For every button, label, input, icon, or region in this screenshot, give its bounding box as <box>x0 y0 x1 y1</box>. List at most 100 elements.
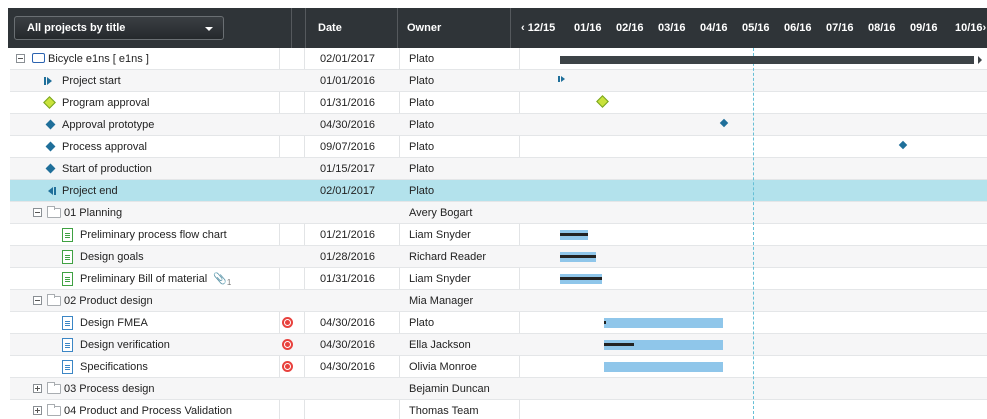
collapse-toggle-icon[interactable] <box>16 54 25 63</box>
task-progress-bar <box>560 255 596 258</box>
expand-toggle-icon[interactable] <box>33 406 42 415</box>
row-title[interactable]: Process approval <box>62 136 147 158</box>
fmea-doc-icon <box>62 338 73 352</box>
table-row[interactable]: 01 Planning Avery Bogart <box>10 202 987 224</box>
collapse-toggle-icon[interactable] <box>33 296 42 305</box>
spec-doc-icon <box>62 360 73 374</box>
row-owner: Plato <box>409 119 435 131</box>
task-bar[interactable] <box>604 362 723 372</box>
timeline-prev-button[interactable]: ‹ 12/15 <box>521 8 555 48</box>
table-row[interactable]: 04 Product and Process Validation Thomas… <box>10 400 987 419</box>
row-title[interactable]: Program approval <box>62 92 149 114</box>
task-bar[interactable] <box>604 318 723 328</box>
table-row[interactable]: 03 Process design Bejamin Duncan <box>10 378 987 400</box>
row-owner: Liam Snyder <box>409 273 471 285</box>
row-title[interactable]: 02 Product design <box>64 290 153 312</box>
table-row[interactable]: Design FMEA 04/30/2016 Plato <box>10 312 987 334</box>
row-owner: Plato <box>409 53 435 65</box>
end-milestone-icon <box>48 187 56 195</box>
folder-icon <box>47 382 61 394</box>
table-row[interactable]: Specifications 04/30/2016 Olivia Monroe <box>10 356 987 378</box>
alert-flag-icon[interactable] <box>282 317 293 328</box>
attachment-count: 1 <box>226 278 232 288</box>
row-owner: Bejamin Duncan <box>409 383 490 395</box>
month-label: 03/16 <box>658 22 686 34</box>
project-icon <box>32 53 45 63</box>
row-title[interactable]: 01 Planning <box>64 202 122 224</box>
row-title[interactable]: Start of production <box>62 158 152 180</box>
today-line <box>753 48 754 419</box>
row-title[interactable]: Design goals <box>80 246 144 268</box>
month-label: 02/16 <box>616 22 644 34</box>
table-row-selected[interactable]: Project end 02/01/2017 Plato <box>10 180 987 202</box>
row-owner: Mia Manager <box>409 295 474 307</box>
expand-toggle-icon[interactable] <box>33 384 42 393</box>
task-progress-bar <box>560 233 588 236</box>
month-label: 08/16 <box>868 22 896 34</box>
row-date: 02/01/2017 <box>320 53 376 65</box>
row-owner: Liam Snyder <box>409 229 471 241</box>
month-label: 01/16 <box>574 22 602 34</box>
folder-icon <box>47 294 61 306</box>
approval-milestone-icon <box>43 96 56 109</box>
row-title[interactable]: Design verification <box>80 334 170 356</box>
project-summary-bar[interactable] <box>560 56 974 64</box>
row-title[interactable]: Approval prototype <box>62 114 154 136</box>
row-owner: Plato <box>409 97 435 109</box>
collapse-toggle-icon[interactable] <box>33 208 42 217</box>
start-milestone-icon <box>44 77 52 85</box>
month-label: 07/16 <box>826 22 854 34</box>
table-row[interactable]: Process approval 09/07/2016 Plato <box>10 136 987 158</box>
task-progress-bar <box>604 321 606 324</box>
chevron-down-icon <box>205 27 213 31</box>
row-title[interactable]: 04 Product and Process Validation <box>64 400 232 419</box>
task-doc-icon <box>62 228 73 242</box>
table-row[interactable]: Preliminary process flow chart 01/21/201… <box>10 224 987 246</box>
table-row[interactable]: Project start 01/01/2016 Plato <box>10 70 987 92</box>
row-owner: Plato <box>409 75 435 87</box>
row-date: 01/15/2017 <box>320 163 376 175</box>
row-owner: Plato <box>409 163 435 175</box>
row-title-text: Preliminary Bill of material <box>80 273 208 285</box>
row-owner: Thomas Team <box>409 405 479 417</box>
table-row[interactable]: Design verification 04/30/2016 Ella Jack… <box>10 334 987 356</box>
table-row[interactable]: Approval prototype 04/30/2016 Plato <box>10 114 987 136</box>
row-title[interactable]: Design FMEA <box>80 312 148 334</box>
alert-flag-icon[interactable] <box>282 361 293 372</box>
start-milestone-marker[interactable] <box>558 76 565 82</box>
row-title[interactable]: 03 Process design <box>64 378 155 400</box>
row-owner: Ella Jackson <box>409 339 471 351</box>
month-label: 05/16 <box>742 22 770 34</box>
milestone-icon <box>45 141 56 152</box>
row-title[interactable]: Preliminary process flow chart <box>80 224 227 246</box>
row-date: 01/31/2016 <box>320 97 376 109</box>
milestone-icon <box>45 119 56 130</box>
arrow-right-icon <box>978 56 982 64</box>
row-owner: Richard Reader <box>409 251 487 263</box>
row-owner: Plato <box>409 185 435 197</box>
table-row[interactable]: Preliminary Bill of material 📎1 01/31/201… <box>10 268 987 290</box>
fmea-doc-icon <box>62 316 73 330</box>
owner-column-header[interactable]: Owner <box>407 8 441 48</box>
row-title[interactable]: Preliminary Bill of material 📎1 <box>80 268 231 290</box>
table-row[interactable]: 02 Product design Mia Manager <box>10 290 987 312</box>
date-column-header[interactable]: Date <box>318 8 342 48</box>
row-date: 04/30/2016 <box>320 119 376 131</box>
folder-icon <box>47 206 61 218</box>
row-date: 02/01/2017 <box>320 185 376 197</box>
gantt-project-view: Date Owner ‹ 12/15 01/16 02/16 03/16 04/… <box>0 0 987 419</box>
task-doc-icon <box>62 272 73 286</box>
table-row[interactable]: Design goals 01/28/2016 Richard Reader <box>10 246 987 268</box>
row-title[interactable]: Project start <box>62 70 121 92</box>
row-title[interactable]: Bicycle e1ns [ e1ns ] <box>48 48 149 70</box>
milestone-icon <box>45 163 56 174</box>
table-row[interactable]: Start of production 01/15/2017 Plato <box>10 158 987 180</box>
alert-flag-icon[interactable] <box>282 339 293 350</box>
row-date: 09/07/2016 <box>320 141 376 153</box>
table-row[interactable]: Program approval 01/31/2016 Plato <box>10 92 987 114</box>
view-selector-dropdown[interactable]: All projects by title <box>14 16 224 40</box>
row-title[interactable]: Project end <box>62 180 118 202</box>
row-title[interactable]: Specifications <box>80 356 148 378</box>
row-owner: Plato <box>409 317 435 329</box>
timeline-next-button[interactable]: 10/16› <box>955 8 986 48</box>
